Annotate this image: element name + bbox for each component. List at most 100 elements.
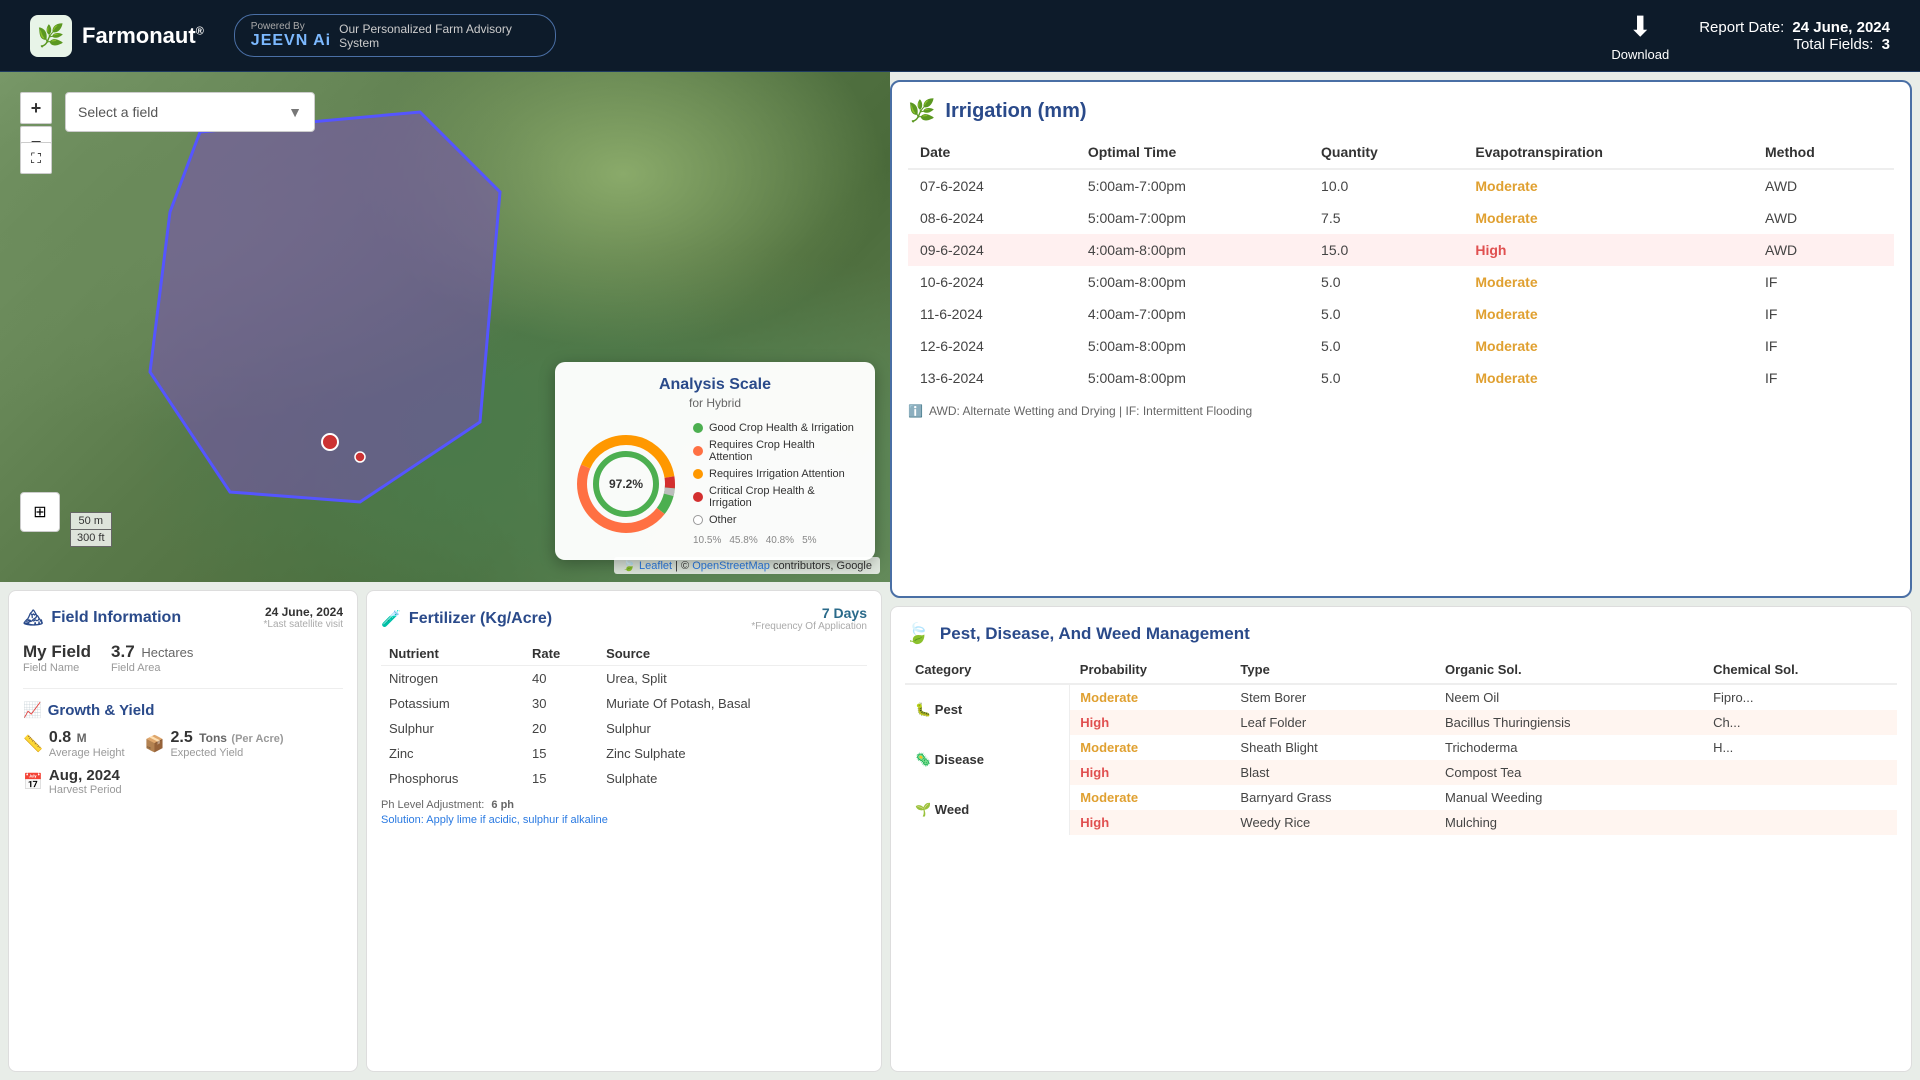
pct-5: 5% [802, 535, 816, 546]
category-cell: 🐛 Pest [905, 684, 1070, 735]
header: 🌿 Farmonaut® Powered By JEEVN Ai Our Per… [0, 0, 1920, 72]
analysis-chart: 97.2% Good Crop Health & Irrigation Requ… [571, 422, 859, 546]
legend-critical: Critical Crop Health & Irrigation [693, 485, 859, 509]
irr-method-cell: AWD [1753, 234, 1894, 266]
layers-button[interactable]: ⊞ [20, 492, 60, 532]
prob-cell: High [1070, 810, 1231, 835]
legend-dot-good [693, 423, 703, 433]
irr-method-cell: AWD [1753, 169, 1894, 202]
analysis-scale-subtitle: for Hybrid [571, 396, 859, 410]
fertilizer-ph-note: Ph Level Adjustment: 6 ph [381, 799, 867, 811]
nutrient-cell: Sulphur [381, 716, 524, 741]
irr-time-cell: 4:00am-7:00pm [1076, 298, 1309, 330]
harvest-period: 📅 Aug, 2024 Harvest Period [23, 767, 343, 796]
osm-link: OpenStreetMap [692, 560, 770, 572]
irrigation-header: 🌿 Irrigation (mm) [908, 98, 1894, 124]
rate-cell: 30 [524, 691, 598, 716]
height-unit: M [77, 731, 87, 745]
pest-row: 🌱 Weed Moderate Barnyard Grass Manual We… [905, 785, 1897, 810]
irrigation-note-text: AWD: Alternate Wetting and Drying | IF: … [929, 404, 1252, 418]
harvest-value: Aug, 2024 [49, 767, 122, 784]
rate-cell: 15 [524, 766, 598, 791]
pct-45: 45.8% [729, 535, 757, 546]
yield-unit: Tons [199, 731, 227, 745]
pest-panel: 🍃 Pest, Disease, And Weed Management Cat… [890, 606, 1912, 1072]
donut-chart: 97.2% [571, 429, 681, 539]
field-date-value: 24 June, 2024 [264, 605, 343, 619]
total-fields-line: Total Fields: 3 [1699, 36, 1890, 53]
prob-cell: Moderate [1070, 684, 1231, 710]
irr-qty-header: Quantity [1309, 136, 1463, 169]
logo: 🌿 Farmonaut® [30, 15, 204, 57]
growth-title-text: Growth & Yield [48, 702, 155, 719]
download-label: Download [1611, 47, 1669, 62]
field-name-label: Field Name [23, 662, 91, 674]
irr-et-cell: Moderate [1463, 330, 1753, 362]
irr-date-header: Date [908, 136, 1076, 169]
legend-dot-crop-health [693, 446, 703, 456]
main: + − ⛶ Select a field ▼ ⊞ 50 m 300 ft 🍃 L… [0, 72, 1920, 1080]
chemical-cell: Ch... [1703, 710, 1897, 735]
map-container: + − ⛶ Select a field ▼ ⊞ 50 m 300 ft 🍃 L… [0, 72, 890, 582]
expected-yield-label: Expected Yield [170, 747, 283, 759]
nutrient-cell: Zinc [381, 741, 524, 766]
fertilizer-title: 🧪 Fertilizer (Kg/Acre) [381, 609, 552, 629]
fertilizer-row: Zinc 15 Zinc Sulphate [381, 741, 867, 766]
rate-header: Rate [524, 642, 598, 666]
growth-icon: 📈 [23, 701, 42, 719]
field-info-title: 🏔 Field Information [23, 608, 181, 628]
irr-qty-cell: 5.0 [1309, 330, 1463, 362]
type-cell: Sheath Blight [1230, 735, 1435, 760]
irr-et-cell: Moderate [1463, 169, 1753, 202]
expected-yield-value: 2.5 Tons (Per Acre) [170, 729, 283, 747]
field-area-unit: Hectares [141, 645, 193, 660]
rate-cell: 15 [524, 741, 598, 766]
scale-ft: 300 ft [70, 529, 112, 547]
irr-time-cell: 5:00am-7:00pm [1076, 169, 1309, 202]
rate-cell: 40 [524, 666, 598, 692]
avg-height-value: 0.8 M [49, 729, 125, 747]
legend-crop-health: Requires Crop Health Attention [693, 439, 859, 463]
chemical-cell [1703, 760, 1897, 785]
analysis-legend: Good Crop Health & Irrigation Requires C… [693, 422, 859, 546]
growth-stats: 📏 0.8 M Average Height 📦 [23, 729, 343, 759]
fertilizer-icon: 🧪 [381, 609, 401, 629]
chemical-cell [1703, 810, 1897, 835]
field-name-value: My Field [23, 642, 91, 662]
total-fields-label: Total Fields: [1793, 36, 1873, 53]
legend-other: Other [693, 514, 859, 526]
irr-date-cell: 10-6-2024 [908, 266, 1076, 298]
field-date-sub: *Last satellite visit [264, 619, 343, 630]
fertilizer-row: Nitrogen 40 Urea, Split [381, 666, 867, 692]
header-left: 🌿 Farmonaut® Powered By JEEVN Ai Our Per… [30, 14, 556, 57]
irr-qty-cell: 5.0 [1309, 362, 1463, 394]
legend-critical-label: Critical Crop Health & Irrigation [709, 485, 859, 509]
field-select-label: Select a field [78, 104, 158, 120]
download-button[interactable]: ⬇ Download [1611, 10, 1669, 62]
irrigation-row: 13-6-2024 5:00am-8:00pm 5.0 Moderate IF [908, 362, 1894, 394]
organic-cell: Trichoderma [1435, 735, 1703, 760]
calendar-icon: 📅 [23, 772, 43, 792]
field-name-stat: My Field Field Name [23, 642, 91, 674]
irrigation-title: Irrigation (mm) [945, 100, 1086, 123]
yield-icon: 📦 [145, 734, 165, 754]
avg-height-stat: 📏 0.8 M Average Height [23, 729, 125, 759]
scale-info: 50 m 300 ft [70, 512, 112, 547]
irr-qty-cell: 15.0 [1309, 234, 1463, 266]
donut-center-label: 97.2% [609, 477, 643, 491]
fertilizer-header: 🧪 Fertilizer (Kg/Acre) 7 Days *Frequency… [381, 605, 867, 632]
pct-10: 10.5% [693, 535, 721, 546]
field-select-dropdown[interactable]: Select a field ▼ [65, 92, 315, 132]
irrigation-icon: 🌿 [908, 98, 935, 124]
type-cell: Stem Borer [1230, 684, 1435, 710]
fertilizer-freq-block: 7 Days *Frequency Of Application [751, 605, 867, 632]
bottom-panels: 🏔 Field Information 24 June, 2024 *Last … [0, 582, 890, 1080]
legend-crop-health-label: Requires Crop Health Attention [709, 439, 859, 463]
pest-row: 🐛 Pest Moderate Stem Borer Neem Oil Fipr… [905, 684, 1897, 710]
fullscreen-button[interactable]: ⛶ [20, 142, 52, 174]
type-cell: Leaf Folder [1230, 710, 1435, 735]
zoom-in-button[interactable]: + [20, 92, 52, 124]
irr-date-cell: 12-6-2024 [908, 330, 1076, 362]
field-area-label: Field Area [111, 662, 193, 674]
report-date-label: Report Date: [1699, 19, 1784, 36]
